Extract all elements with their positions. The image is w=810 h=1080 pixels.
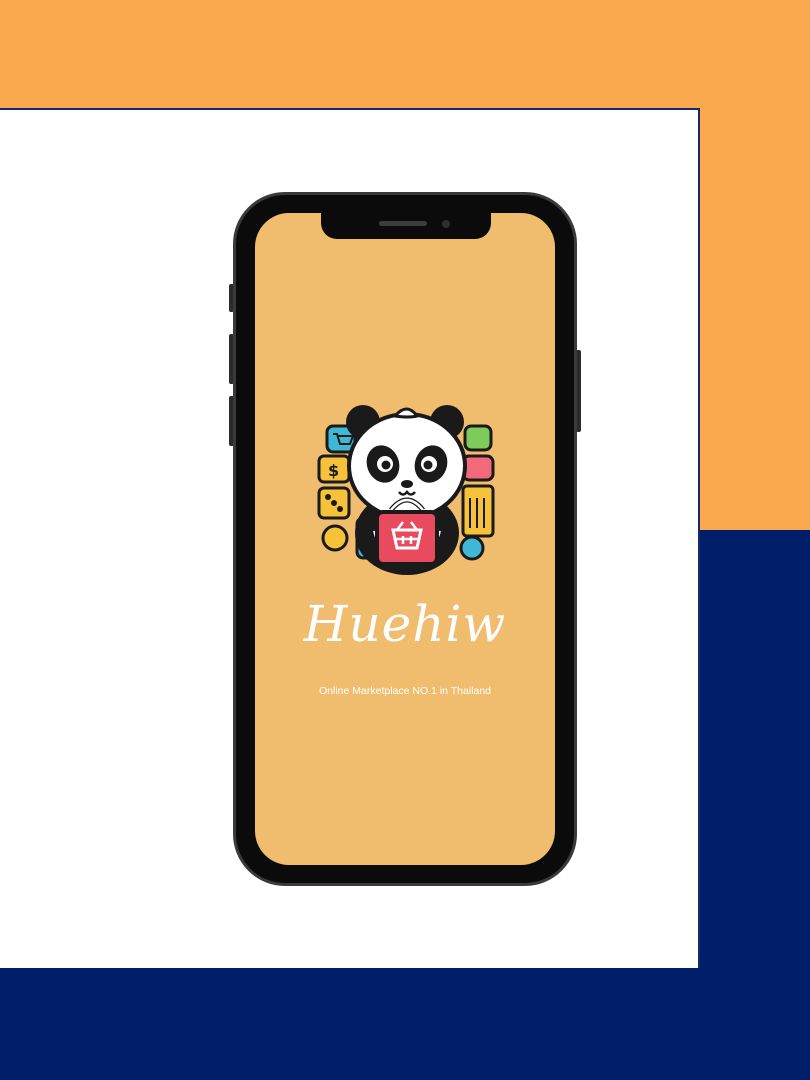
phone-notch	[321, 213, 491, 239]
panda-shopping-bag-icon: $	[317, 405, 495, 575]
brand-name: Huehiw	[303, 595, 507, 653]
splash-screen: $ Huehiw Online Marketplace NO.1 in Thai…	[255, 213, 555, 865]
tagline: Online Marketplace NO.1 in Thailand	[319, 685, 491, 697]
svg-text:$: $	[328, 461, 339, 480]
phone-mockup: $ Huehiw Online Marketplace NO.1 in Thai…	[233, 192, 577, 886]
front-camera	[442, 220, 450, 228]
speaker-grille	[379, 221, 427, 226]
